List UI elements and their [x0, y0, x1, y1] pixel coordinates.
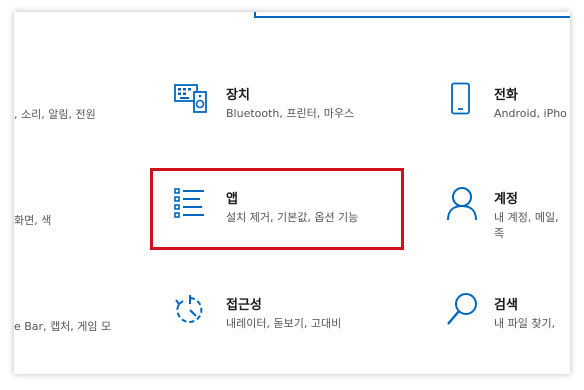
tile-devices[interactable]: 장치 Bluetooth, 프린터, 마우스	[170, 80, 400, 132]
tile-desc: Android, iPho	[494, 107, 567, 120]
tile-desc: Bluetooth, 프린터, 마우스	[226, 107, 355, 120]
tile-search[interactable]: 검색 내 파일 찾기,	[444, 290, 570, 342]
person-icon	[447, 187, 477, 221]
tile-title: 장치	[226, 88, 250, 103]
search-box-edge[interactable]	[254, 12, 570, 18]
tile-desc-line1: 내 계정, 메일,	[494, 211, 559, 224]
magnifier-icon	[447, 293, 477, 325]
left-tile-desc-1: , 소리, 알림, 전원	[14, 108, 96, 121]
tile-accounts[interactable]: 계정 내 계정, 메일, 족	[444, 184, 570, 256]
settings-window: , 소리, 알림, 전원 화면, 색 e Bar, 캡처, 게임 모 장치 Bl…	[14, 12, 570, 374]
tile-desc-line2: 족	[494, 227, 505, 240]
tile-desc: 내레이터, 돋보기, 고대비	[226, 317, 342, 330]
tile-title: 전화	[494, 88, 518, 103]
left-tile-desc-3: e Bar, 캡처, 게임 모	[14, 320, 112, 333]
tile-desc: 내 파일 찾기,	[494, 317, 556, 330]
left-tile-desc-2: 화면, 색	[14, 214, 52, 227]
tile-phone[interactable]: 전화 Android, iPho	[444, 80, 570, 132]
phone-icon	[451, 82, 470, 115]
tile-accessibility[interactable]: 접근성 내레이터, 돋보기, 고대비	[170, 290, 400, 342]
tile-title: 검색	[494, 298, 518, 313]
highlight-box	[150, 168, 404, 250]
accessibility-timer-icon	[175, 295, 203, 323]
keyboard-speaker-icon	[174, 84, 207, 113]
tile-title: 계정	[494, 192, 518, 207]
tile-title: 접근성	[226, 298, 262, 313]
